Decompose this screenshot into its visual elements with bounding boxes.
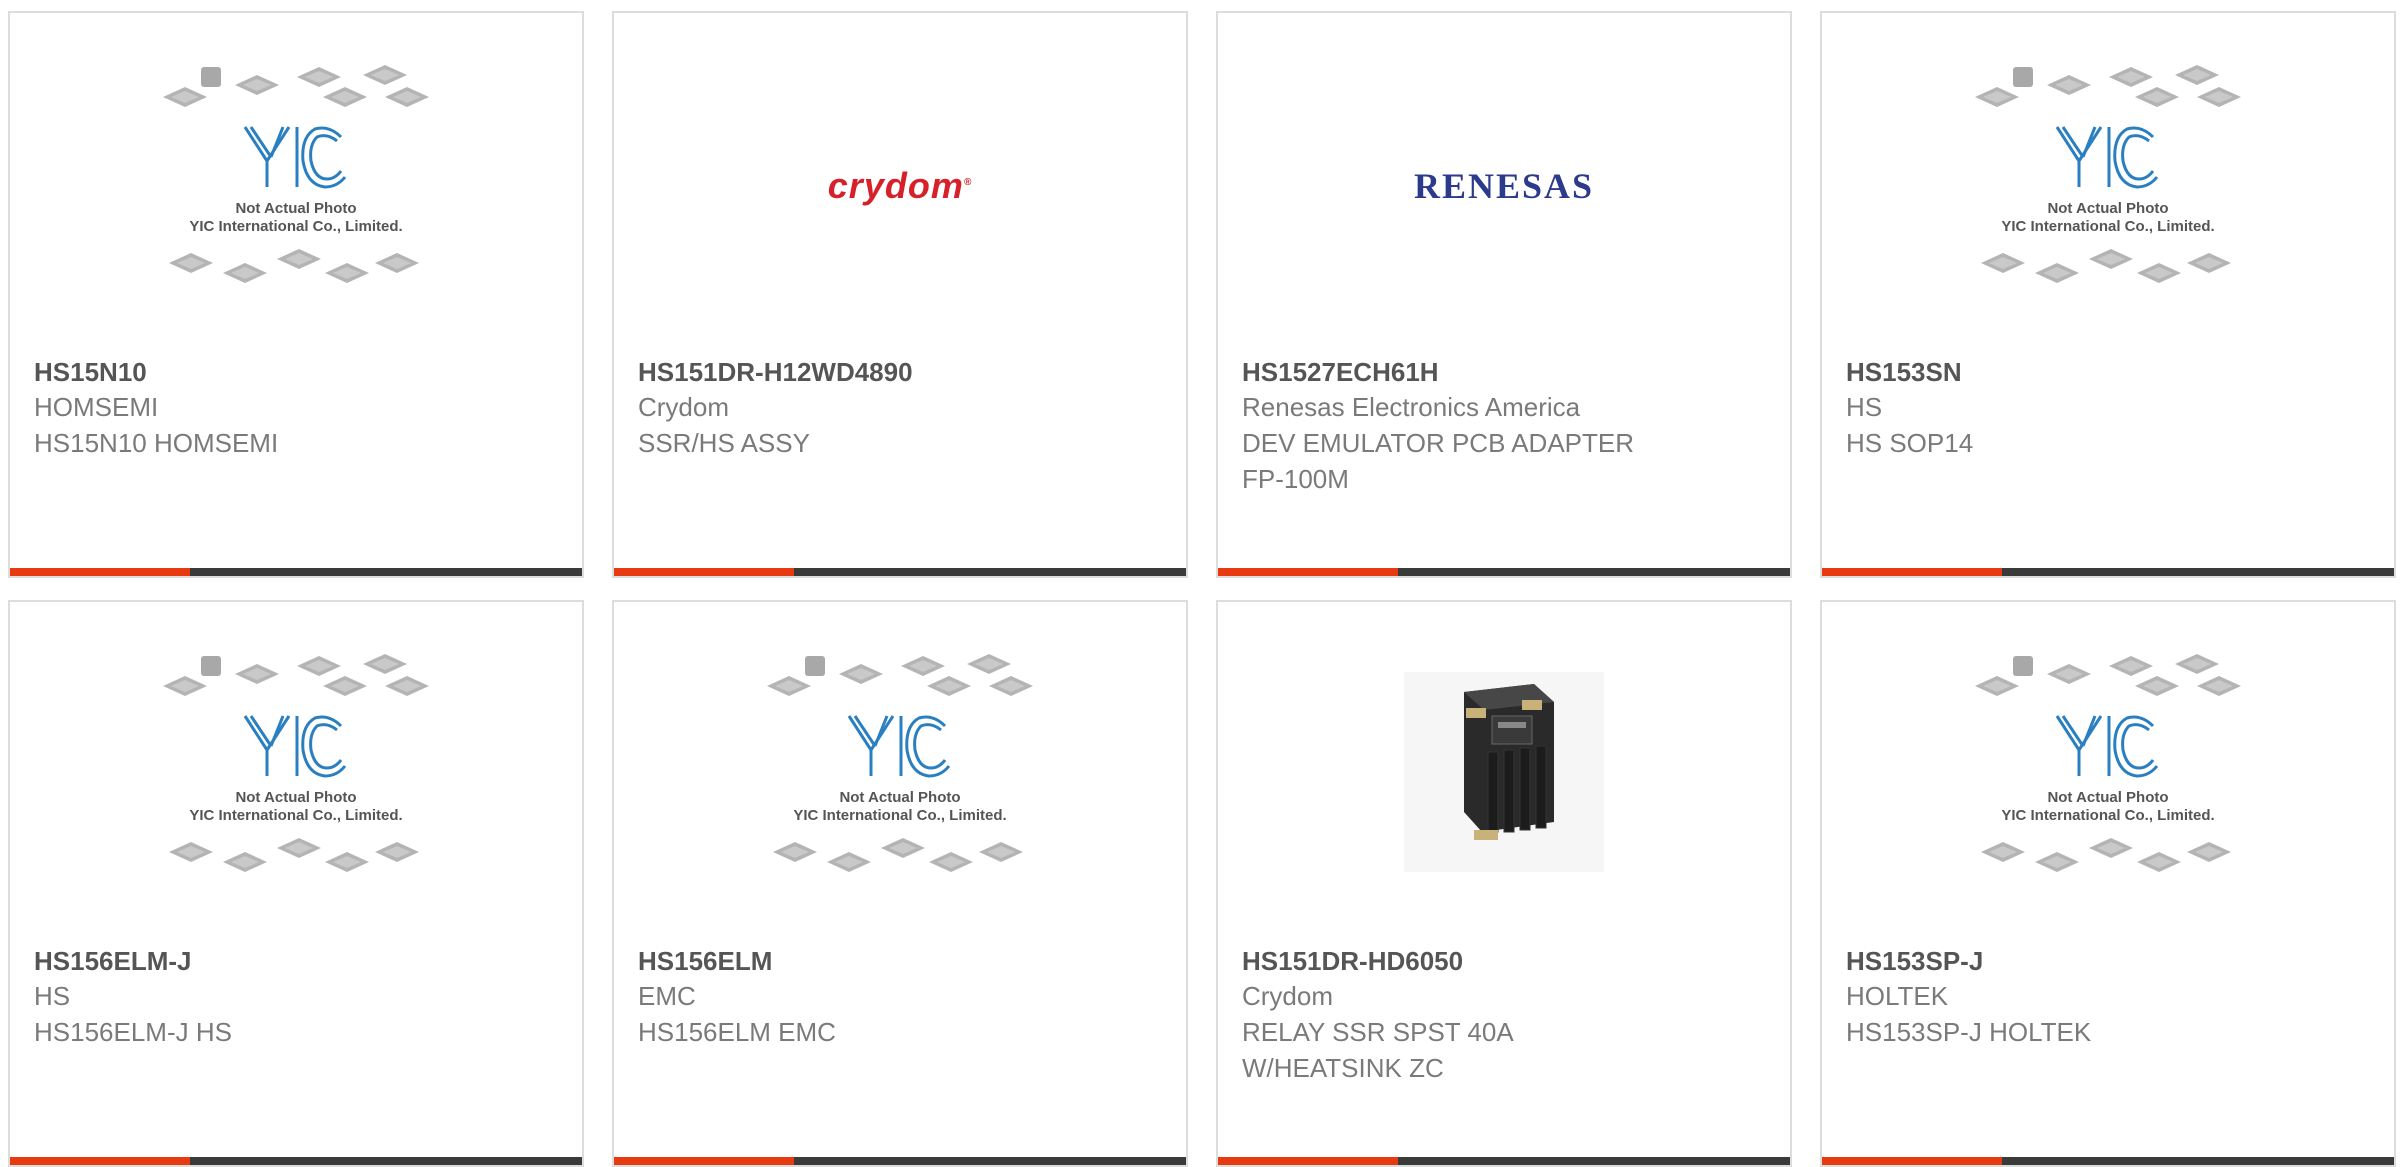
product-card[interactable]: Not Actual Photo YIC International Co., …	[1820, 11, 2396, 578]
manufacturer: EMC	[638, 981, 696, 1011]
placeholder-line2: YIC International Co., Limited.	[189, 807, 402, 824]
card-bottom-bar	[1822, 568, 2394, 576]
manufacturer: HOMSEMI	[34, 392, 159, 422]
part-number[interactable]: HS153SN	[1846, 355, 2370, 389]
part-number[interactable]: HS156ELM-J	[34, 944, 558, 978]
product-image[interactable]: RENESAS	[1218, 13, 1790, 353]
yic-placeholder-image: Not Actual Photo YIC International Co., …	[163, 65, 429, 283]
part-number[interactable]: HS151DR-HD6050	[1242, 944, 1766, 978]
card-bottom-bar	[614, 568, 1186, 576]
product-card[interactable]: Not Actual Photo YIC International Co., …	[1820, 600, 2396, 1167]
relay-photo	[1404, 672, 1604, 872]
card-bar-accent	[614, 568, 794, 576]
placeholder-line2: YIC International Co., Limited.	[2001, 807, 2214, 824]
card-bar-accent	[1822, 1157, 2002, 1165]
product-card[interactable]: Not Actual Photo YIC International Co., …	[8, 600, 584, 1167]
card-bottom-bar	[10, 568, 582, 576]
product-card[interactable]: Not Actual Photo YIC International Co., …	[8, 11, 584, 578]
description: HS15N10 HOMSEMI	[34, 428, 279, 458]
part-number[interactable]: HS153SP-J	[1846, 944, 2370, 978]
placeholder-line1: Not Actual Photo	[2047, 200, 2168, 217]
placeholder-line1: Not Actual Photo	[839, 789, 960, 806]
yic-placeholder-image: Not Actual Photo YIC International Co., …	[1975, 65, 2241, 283]
description: HS SOP14	[1846, 428, 1974, 458]
manufacturer: Crydom	[1242, 981, 1334, 1011]
card-bar-accent	[10, 1157, 190, 1165]
product-card[interactable]: Not Actual Photo YIC International Co., …	[612, 600, 1188, 1167]
product-card[interactable]: HS151DR-HD6050 Crydom RELAY SSR SPST 40A…	[1216, 600, 1792, 1167]
part-number[interactable]: HS15N10	[34, 355, 558, 389]
manufacturer: HOLTEK	[1846, 981, 1949, 1011]
product-image[interactable]: Not Actual Photo YIC International Co., …	[1822, 13, 2394, 353]
card-bar-accent	[1218, 1157, 1398, 1165]
description: HS153SP-J HOLTEK	[1846, 1017, 2092, 1047]
manufacturer: HS	[1846, 392, 1883, 422]
card-bottom-bar	[1822, 1157, 2394, 1165]
description: HS156ELM-J HS	[34, 1017, 232, 1047]
part-number[interactable]: HS156ELM	[638, 944, 1162, 978]
crydom-logo: crydom®	[828, 165, 972, 207]
manufacturer: Crydom	[638, 392, 730, 422]
description: RELAY SSR SPST 40A W/HEATSINK ZC	[1242, 1017, 1513, 1083]
manufacturer: HS	[34, 981, 71, 1011]
description: HS156ELM EMC	[638, 1017, 836, 1047]
card-bar-accent	[1218, 568, 1398, 576]
card-bottom-bar	[1218, 568, 1790, 576]
product-card[interactable]: crydom® HS151DR-H12WD4890 Crydom SSR/HS …	[612, 11, 1188, 578]
part-number[interactable]: HS151DR-H12WD4890	[638, 355, 1162, 389]
placeholder-line1: Not Actual Photo	[235, 200, 356, 217]
description: DEV EMULATOR PCB ADAPTER FP-100M	[1242, 428, 1635, 494]
crydom-logo-text: crydom	[827, 165, 964, 206]
card-bar-accent	[1822, 568, 2002, 576]
card-bottom-bar	[10, 1157, 582, 1165]
product-image[interactable]	[1218, 602, 1790, 942]
product-image[interactable]: Not Actual Photo YIC International Co., …	[614, 602, 1186, 942]
product-image[interactable]: crydom®	[614, 13, 1186, 353]
yic-placeholder-image: Not Actual Photo YIC International Co., …	[767, 654, 1033, 872]
placeholder-line1: Not Actual Photo	[235, 789, 356, 806]
product-card[interactable]: RENESAS HS1527ECH61H Renesas Electronics…	[1216, 11, 1792, 578]
card-bottom-bar	[614, 1157, 1186, 1165]
placeholder-line2: YIC International Co., Limited.	[189, 218, 402, 235]
product-image[interactable]: Not Actual Photo YIC International Co., …	[10, 13, 582, 353]
renesas-logo: RENESAS	[1413, 166, 1595, 206]
card-bar-accent	[614, 1157, 794, 1165]
crydom-logo-mark: ®	[963, 177, 973, 188]
description: SSR/HS ASSY	[638, 428, 810, 458]
product-image[interactable]: Not Actual Photo YIC International Co., …	[1822, 602, 2394, 942]
placeholder-line1: Not Actual Photo	[2047, 789, 2168, 806]
placeholder-line2: YIC International Co., Limited.	[2001, 218, 2214, 235]
placeholder-line2: YIC International Co., Limited.	[793, 807, 1006, 824]
manufacturer: Renesas Electronics America	[1242, 392, 1581, 422]
card-bottom-bar	[1218, 1157, 1790, 1165]
product-image[interactable]: Not Actual Photo YIC International Co., …	[10, 602, 582, 942]
part-number[interactable]: HS1527ECH61H	[1242, 355, 1766, 389]
yic-placeholder-image: Not Actual Photo YIC International Co., …	[1975, 654, 2241, 872]
card-bar-accent	[10, 568, 190, 576]
yic-placeholder-image: Not Actual Photo YIC International Co., …	[163, 654, 429, 872]
